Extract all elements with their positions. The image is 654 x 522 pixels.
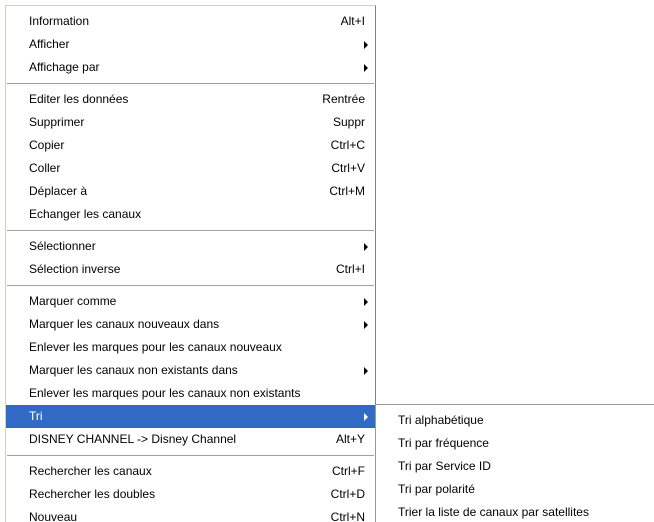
submenu-item-tri-alphabetique[interactable]: Tri alphabétique [376, 409, 654, 432]
menu-separator [7, 230, 374, 231]
menu-item-label: Sélection inverse [29, 262, 121, 276]
submenu-item-tri-par-service-id[interactable]: Tri par Service ID [376, 455, 654, 478]
menu-item-echanger-les-canaux[interactable]: Echanger les canaux [6, 203, 375, 226]
menu-separator [7, 83, 374, 84]
submenu-item-trier-la-liste-de-canaux-par-satellites[interactable]: Trier la liste de canaux par satellites [376, 501, 654, 522]
submenu-arrow-icon [364, 243, 368, 251]
menu-item-label: Rechercher les doubles [29, 487, 156, 501]
submenu-item-tri-par-polarite[interactable]: Tri par polarité [376, 478, 654, 501]
menu-item-rechercher-les-doubles[interactable]: Rechercher les doubles Ctrl+D [6, 483, 375, 506]
menu-item-label: Copier [29, 138, 65, 152]
menu-item-label: Afficher [29, 37, 70, 51]
submenu-arrow-icon [364, 64, 368, 72]
menu-item-label: Coller [29, 161, 61, 175]
menu-item-shortcut: Ctrl+F [332, 464, 365, 478]
menu-item-label: Affichage par [29, 60, 100, 74]
menu-item-label: Marquer comme [29, 294, 117, 308]
menu-item-enlever-les-marques-pour-les-canaux-nouveaux[interactable]: Enlever les marques pour les canaux nouv… [6, 336, 375, 359]
submenu-item-label: Tri alphabétique [398, 413, 484, 427]
menu-item-shortcut: Alt+I [340, 14, 365, 28]
tri-submenu: Tri alphabétique Tri par fréquence Tri par… [375, 404, 654, 522]
menu-item-shortcut: Ctrl+N [330, 510, 365, 522]
menu-item-shortcut: Ctrl+I [335, 262, 365, 276]
submenu-item-label: Tri par fréquence [398, 436, 489, 450]
menu-item-shortcut: Ctrl+D [330, 487, 365, 501]
submenu-item-tri-par-frequence[interactable]: Tri par fréquence [376, 432, 654, 455]
menu-item-label: Editer les données [29, 92, 129, 106]
menu-item-label: Tri [29, 409, 43, 423]
menu-item-shortcut: Alt+Y [335, 432, 365, 446]
menu-item-label: Echanger les canaux [29, 207, 142, 221]
menu-item-information[interactable]: Information Alt+I [6, 10, 375, 33]
menu-item-label: Marquer les canaux nouveaux dans [29, 317, 220, 331]
menu-item-supprimer[interactable]: Supprimer Suppr [6, 111, 375, 134]
menu-item-shortcut: Rentrée [322, 92, 365, 106]
menu-item-shortcut: Ctrl+V [331, 161, 365, 175]
submenu-arrow-icon [364, 41, 368, 49]
menu-item-coller[interactable]: Coller Ctrl+V [6, 157, 375, 180]
menu-item-label: DISNEY CHANNEL -> Disney Channel [29, 432, 237, 446]
submenu-item-label: Tri par Service ID [398, 459, 491, 473]
menu-item-affichage-par[interactable]: Affichage par [6, 56, 375, 79]
menu-item-editer-les-donnees[interactable]: Editer les données Rentrée [6, 88, 375, 111]
menu-item-shortcut: Ctrl+M [329, 184, 365, 198]
menu-item-deplacer-a[interactable]: Déplacer à Ctrl+M [6, 180, 375, 203]
menu-item-tri[interactable]: Tri [6, 405, 375, 428]
menu-item-label: Enlever les marques pour les canaux nouv… [29, 340, 282, 354]
submenu-arrow-icon [364, 298, 368, 306]
menu-item-label: Rechercher les canaux [29, 464, 152, 478]
menu-item-selectionner[interactable]: Sélectionner [6, 235, 375, 258]
menu-item-label: Information [29, 14, 90, 28]
menu-item-label: Sélectionner [29, 239, 96, 253]
submenu-item-label: Trier la liste de canaux par satellites [398, 505, 589, 519]
submenu-arrow-icon [364, 321, 368, 329]
menu-item-label: Enlever les marques pour les canaux non … [29, 386, 301, 400]
submenu-arrow-icon [364, 413, 368, 421]
context-menu: Information Alt+I Afficher Affichage par Edi… [5, 5, 376, 522]
menu-separator [7, 285, 374, 286]
menu-item-shortcut: Ctrl+C [330, 138, 365, 152]
submenu-item-label: Tri par polarité [398, 482, 475, 496]
menu-item-copier[interactable]: Copier Ctrl+C [6, 134, 375, 157]
menu-item-enlever-les-marques-pour-les-canaux-non-existants[interactable]: Enlever les marques pour les canaux non … [6, 382, 375, 405]
menu-item-nouveau[interactable]: Nouveau Ctrl+N [6, 506, 375, 522]
submenu-arrow-icon [364, 367, 368, 375]
menu-item-label: Marquer les canaux non existants dans [29, 363, 238, 377]
menu-item-shortcut: Suppr [332, 115, 365, 129]
menu-item-label: Nouveau [29, 510, 78, 522]
menu-item-marquer-les-canaux-nouveaux-dans[interactable]: Marquer les canaux nouveaux dans [6, 313, 375, 336]
menu-item-disney-channel-disney-channel[interactable]: DISNEY CHANNEL -> Disney Channel Alt+Y [6, 428, 375, 451]
menu-item-label: Supprimer [29, 115, 85, 129]
menu-item-selection-inverse[interactable]: Sélection inverse Ctrl+I [6, 258, 375, 281]
menu-separator [7, 455, 374, 456]
tri-submenu-items: Tri alphabétique Tri par fréquence Tri par… [376, 409, 654, 522]
menu-item-label: Déplacer à [29, 184, 88, 198]
menu-item-marquer-comme[interactable]: Marquer comme [6, 290, 375, 313]
context-menu-items: Information Alt+I Afficher Affichage par Edi… [6, 6, 375, 522]
menu-item-afficher[interactable]: Afficher [6, 33, 375, 56]
menu-item-rechercher-les-canaux[interactable]: Rechercher les canaux Ctrl+F [6, 460, 375, 483]
menu-item-marquer-les-canaux-non-existants-dans[interactable]: Marquer les canaux non existants dans [6, 359, 375, 382]
